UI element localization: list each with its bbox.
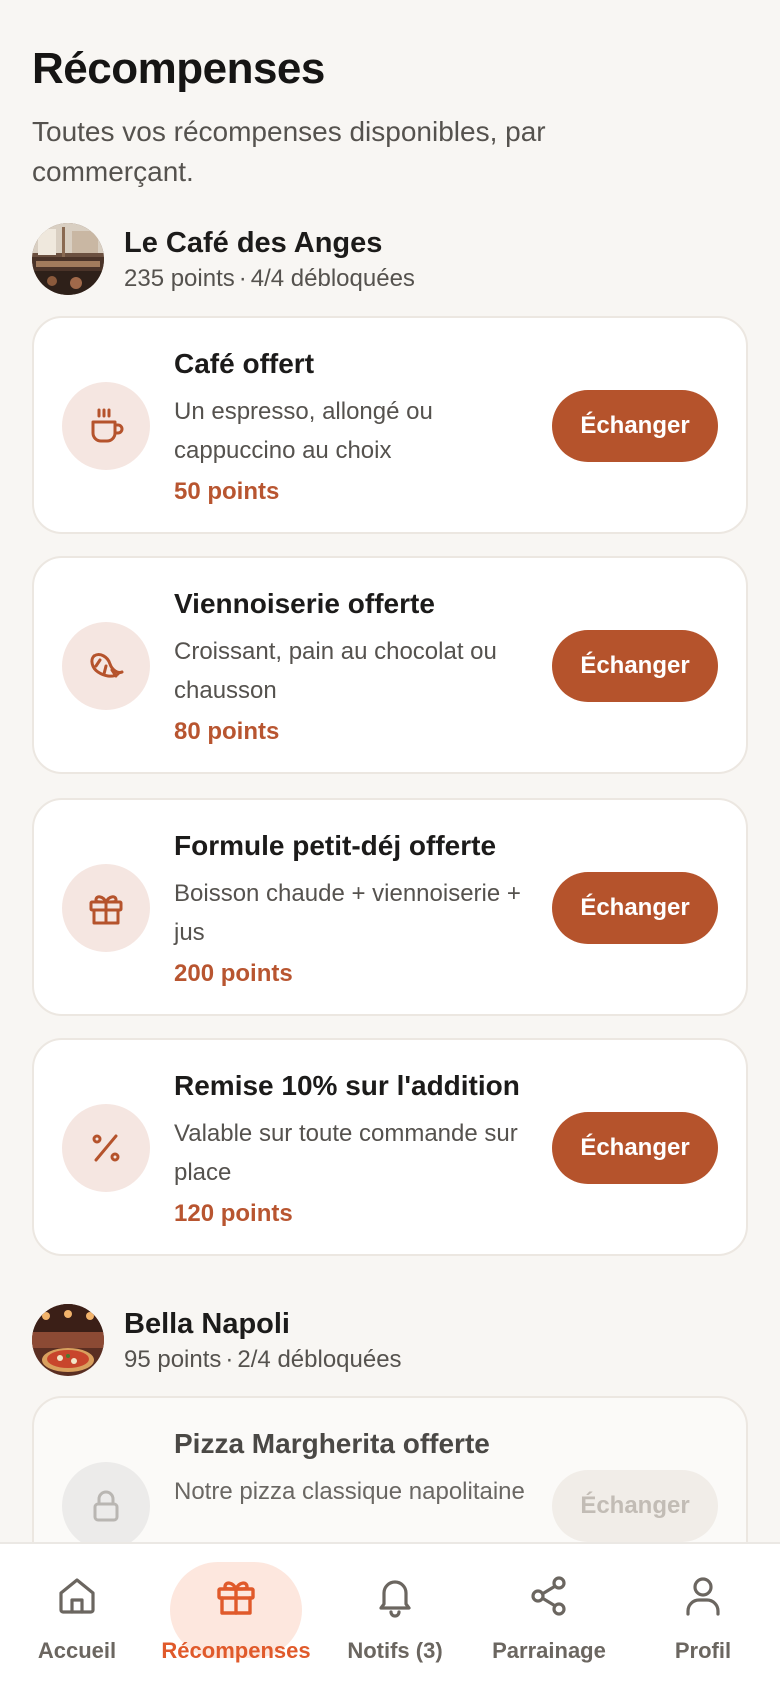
croissant-icon bbox=[62, 622, 150, 710]
reward-card: Remise 10% sur l'addition Valable sur to… bbox=[32, 1038, 748, 1256]
page-subtitle: Toutes vos récompenses disponibles, par … bbox=[32, 116, 546, 187]
bell-icon bbox=[379, 1580, 411, 1618]
reward-description: Valable sur toute commande sur place bbox=[174, 1120, 518, 1186]
percent-icon bbox=[62, 1104, 150, 1192]
reward-description: Un espresso, allongé ou cappuccino au ch… bbox=[174, 398, 433, 464]
reward-name: Café offert bbox=[174, 348, 315, 379]
tab-profil[interactable]: Profil bbox=[640, 1562, 766, 1674]
merchant-name: Bella Napoli bbox=[124, 1308, 290, 1340]
tab-recompenses[interactable]: Récompenses bbox=[156, 1562, 316, 1674]
tab-label: Parrainage bbox=[492, 1638, 606, 1663]
exchange-button[interactable]: Échanger bbox=[552, 390, 718, 462]
reward-name: Viennoiserie offerte bbox=[174, 588, 435, 619]
merchant-unlocked-count: 4/4 débloquées bbox=[250, 265, 415, 292]
bottom-tab-bar: Accueil Récompenses Notifs (3) Parrainag… bbox=[0, 1542, 780, 1688]
merchant-meta: 235 points · 4/4 débloquées bbox=[124, 265, 415, 293]
user-icon bbox=[686, 1577, 720, 1616]
reward-name: Pizza Margherita offerte bbox=[174, 1428, 490, 1459]
reward-name: Remise 10% sur l'addition bbox=[174, 1070, 520, 1101]
merchant-points: 95 points bbox=[124, 1346, 222, 1373]
merchant-header-cafe-des-anges[interactable]: Le Café des Anges 235 points · 4/4 débloqu… bbox=[32, 223, 748, 295]
merchant-points: 235 points bbox=[124, 265, 235, 292]
merchant-meta: 95 points · 2/4 débloquées bbox=[124, 1346, 402, 1374]
reward-card: Formule petit-déj offerte Boisson chaude… bbox=[32, 798, 748, 1016]
tab-notifs[interactable]: Notifs (3) bbox=[330, 1562, 460, 1674]
merchant-header-bella-napoli[interactable]: Bella Napoli 95 points · 2/4 débloquées bbox=[32, 1304, 748, 1376]
tab-label: Notifs (3) bbox=[347, 1638, 443, 1663]
merchant-avatar bbox=[32, 1304, 104, 1376]
lock-icon bbox=[62, 1462, 150, 1542]
tab-label: Accueil bbox=[37, 1638, 117, 1663]
reward-points: 50 points bbox=[174, 478, 280, 505]
tab-accueil[interactable]: Accueil bbox=[10, 1562, 144, 1674]
gift-icon bbox=[62, 864, 150, 952]
reward-name: Formule petit-déj offerte bbox=[174, 830, 497, 861]
reward-points: 200 points bbox=[174, 960, 293, 987]
meta-separator: · bbox=[238, 265, 247, 292]
exchange-button[interactable]: Échanger bbox=[552, 872, 718, 944]
reward-card-locked: Pizza Margherita offerte Notre pizza cla… bbox=[32, 1396, 748, 1542]
reward-points: 80 points bbox=[174, 718, 280, 745]
reward-card: Viennoiserie offerte Croissant, pain au … bbox=[32, 556, 748, 774]
merchant-name: Le Café des Anges bbox=[124, 227, 383, 259]
tab-label: Profil bbox=[674, 1638, 732, 1663]
exchange-button-disabled: Échanger bbox=[552, 1470, 718, 1542]
exchange-button[interactable]: Échanger bbox=[552, 630, 718, 702]
page-title: Récompenses bbox=[32, 44, 325, 93]
reward-description: Notre pizza classique napolitaine bbox=[174, 1478, 525, 1505]
reward-description: Boisson chaude + viennoiserie + jus bbox=[174, 880, 521, 946]
share-icon bbox=[531, 1576, 566, 1616]
tab-label: Récompenses bbox=[161, 1638, 311, 1663]
rewards-page: Récompenses Toutes vos récompenses dispo… bbox=[0, 0, 780, 1542]
merchant-avatar bbox=[32, 223, 104, 295]
reward-points: 120 points bbox=[174, 1200, 293, 1227]
home-icon bbox=[59, 1578, 95, 1614]
exchange-button[interactable]: Échanger bbox=[552, 1112, 718, 1184]
gift-icon bbox=[217, 1581, 255, 1615]
merchant-unlocked-count: 2/4 débloquées bbox=[237, 1346, 402, 1373]
coffee-cup-icon bbox=[62, 382, 150, 470]
reward-description: Croissant, pain au chocolat ou chausson bbox=[174, 638, 497, 704]
tab-parrainage[interactable]: Parrainage bbox=[478, 1562, 620, 1674]
meta-separator: · bbox=[225, 1346, 234, 1373]
reward-card: Café offert Un espresso, allongé ou capp… bbox=[32, 316, 748, 534]
